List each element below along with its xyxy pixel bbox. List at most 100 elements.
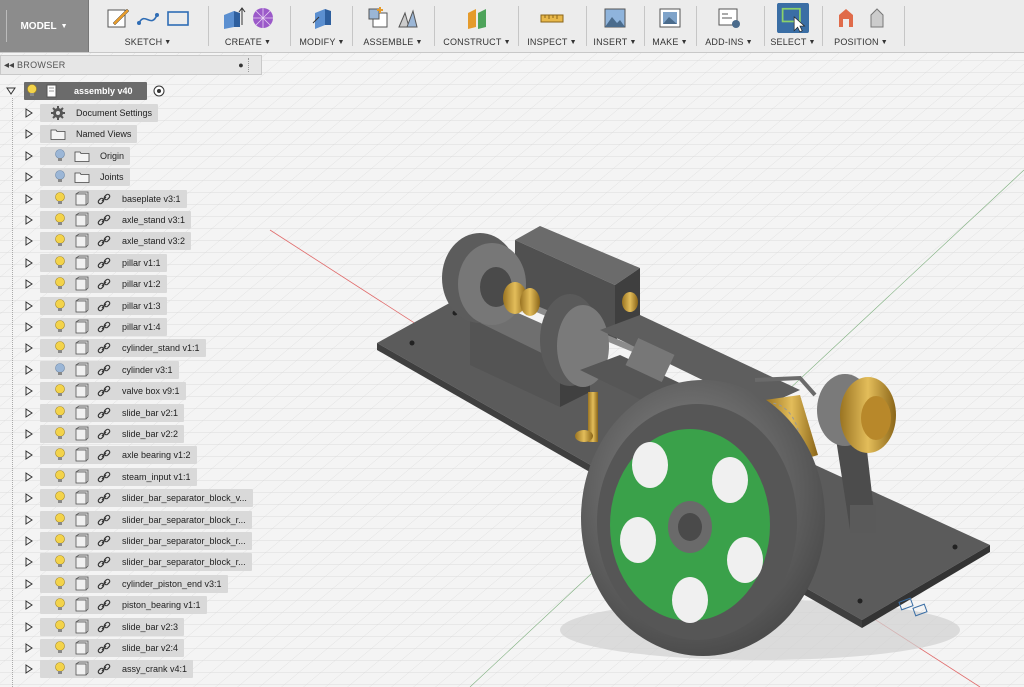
tree-item[interactable]: axle_stand v3:1 (24, 210, 192, 230)
expand-right-icon[interactable] (24, 578, 34, 589)
tree-item-chip[interactable]: Joints (40, 168, 130, 187)
bulb-on-icon[interactable] (52, 212, 68, 228)
tree-item-chip[interactable]: cylinder_piston_end v3:1 (40, 574, 228, 593)
tree-item-chip[interactable]: baseplate v3:1 (40, 189, 187, 208)
press-pull-icon[interactable] (309, 5, 335, 31)
root-component[interactable]: assembly v40 (24, 82, 147, 100)
tree-item[interactable]: cylinder_piston_end v3:1 (24, 574, 228, 594)
construct-menu[interactable]: CONSTRUCT ▼ (443, 37, 510, 47)
bulb-on-icon[interactable] (52, 512, 68, 528)
expand-right-icon[interactable] (24, 193, 34, 204)
expand-right-icon[interactable] (24, 236, 34, 247)
bulb-on-icon[interactable] (52, 469, 68, 485)
measure-icon[interactable] (539, 5, 565, 31)
revert-position-icon[interactable] (863, 5, 889, 31)
bulb-off-icon[interactable] (52, 148, 68, 164)
position-menu[interactable]: POSITION ▼ (834, 37, 888, 47)
tree-item[interactable]: slide_bar v2:2 (24, 424, 185, 444)
make-menu[interactable]: MAKE ▼ (652, 37, 687, 47)
expand-right-icon[interactable] (24, 600, 34, 611)
bulb-on-icon[interactable] (52, 447, 68, 463)
tree-item-chip[interactable]: slider_bar_separator_block_r... (40, 510, 252, 529)
tree-item[interactable]: slider_bar_separator_block_r... (24, 531, 252, 551)
bulb-on-icon[interactable] (52, 319, 68, 335)
tree-item[interactable]: slide_bar v2:3 (24, 617, 185, 637)
expand-right-icon[interactable] (24, 514, 34, 525)
bulb-on-icon[interactable] (52, 640, 68, 656)
insert-menu[interactable]: INSERT ▼ (593, 37, 636, 47)
tree-item-chip[interactable]: axle bearing v1:2 (40, 446, 197, 465)
tree-item[interactable]: valve box v9:1 (24, 381, 186, 401)
tree-item-chip[interactable]: axle_stand v3:2 (40, 232, 192, 251)
bulb-on-icon[interactable] (52, 276, 68, 292)
tree-item-chip[interactable]: pillar v1:2 (40, 275, 167, 294)
create-menu[interactable]: CREATE ▼ (225, 37, 271, 47)
tree-item-chip[interactable]: slide_bar v2:1 (40, 403, 185, 422)
tree-item[interactable]: Named Views (24, 124, 138, 144)
select-menu[interactable]: SELECT ▼ (770, 37, 815, 47)
bulb-on-icon[interactable] (52, 426, 68, 442)
bulb-on-icon[interactable] (52, 533, 68, 549)
3d-print-icon[interactable] (657, 5, 683, 31)
tree-item[interactable]: cylinder v3:1 (24, 360, 179, 380)
bulb-on-icon[interactable] (52, 383, 68, 399)
expand-right-icon[interactable] (24, 407, 34, 418)
bulb-on-icon[interactable] (52, 405, 68, 421)
expand-right-icon[interactable] (24, 300, 34, 311)
bulb-on-icon[interactable] (52, 233, 68, 249)
tree-item[interactable]: axle_stand v3:2 (24, 231, 192, 251)
tree-item-chip[interactable]: cylinder v3:1 (40, 360, 179, 379)
expand-right-icon[interactable] (24, 493, 34, 504)
bulb-on-icon[interactable] (52, 661, 68, 677)
browser-resize-grip[interactable] (248, 58, 259, 72)
expand-right-icon[interactable] (24, 364, 34, 375)
expand-right-icon[interactable] (24, 386, 34, 397)
tree-item-chip[interactable]: cylinder_stand v1:1 (40, 339, 206, 358)
expand-right-icon[interactable] (24, 664, 34, 675)
form-icon[interactable] (250, 5, 276, 31)
insert-image-icon[interactable] (602, 5, 628, 31)
line-icon[interactable] (135, 5, 161, 31)
target-icon[interactable] (151, 83, 167, 99)
expand-right-icon[interactable] (24, 343, 34, 354)
tree-item[interactable]: pillar v1:3 (24, 296, 167, 316)
bulb-on-icon[interactable] (52, 191, 68, 207)
rectangle-icon[interactable] (165, 5, 191, 31)
bulb-on-icon[interactable] (52, 490, 68, 506)
tree-item-chip[interactable]: Named Views (40, 125, 138, 144)
tree-root[interactable]: assembly v40 (6, 81, 167, 101)
bulb-off-icon[interactable] (52, 169, 68, 185)
tree-item[interactable]: axle bearing v1:2 (24, 445, 197, 465)
expand-right-icon[interactable] (24, 108, 34, 118)
flywheel-part[interactable] (581, 380, 825, 656)
inspect-menu[interactable]: INSPECT ▼ (527, 37, 577, 47)
tree-item[interactable]: assy_crank v4:1 (24, 659, 194, 679)
sketch-menu[interactable]: SKETCH ▼ (125, 37, 172, 47)
tree-item[interactable]: pillar v1:2 (24, 274, 167, 294)
expand-right-icon[interactable] (24, 150, 34, 161)
expand-right-icon[interactable] (24, 643, 34, 653)
modify-menu[interactable]: MODIFY ▼ (299, 37, 344, 47)
expand-right-icon[interactable] (24, 621, 34, 632)
tree-item[interactable]: steam_input v1:1 (24, 467, 197, 487)
expand-right-icon[interactable] (24, 471, 34, 482)
expand-right-icon[interactable] (24, 129, 34, 140)
minimize-browser-button[interactable]: ● (234, 60, 248, 70)
expand-right-icon[interactable] (24, 429, 34, 439)
tree-item-chip[interactable]: slider_bar_separator_block_v... (40, 489, 253, 508)
expand-right-icon[interactable] (24, 215, 34, 225)
tree-item[interactable]: slider_bar_separator_block_v... (24, 488, 253, 508)
expand-right-icon[interactable] (24, 322, 34, 332)
offset-plane-icon[interactable] (464, 5, 490, 31)
workspace-switcher[interactable]: MODEL ▼ (0, 0, 89, 52)
bulb-on-icon[interactable] (52, 340, 68, 356)
bulb-on-icon[interactable] (52, 619, 68, 635)
addins-menu[interactable]: ADD-INS ▼ (705, 37, 753, 47)
sketch-create-icon[interactable] (105, 5, 131, 31)
tree-item[interactable]: slide_bar v2:1 (24, 403, 185, 423)
tree-item-chip[interactable]: pillar v1:3 (40, 296, 167, 315)
tree-item[interactable]: Origin (24, 146, 131, 166)
expand-right-icon[interactable] (24, 279, 34, 290)
joint-icon[interactable] (395, 5, 421, 31)
tree-item[interactable]: slider_bar_separator_block_r... (24, 510, 252, 530)
